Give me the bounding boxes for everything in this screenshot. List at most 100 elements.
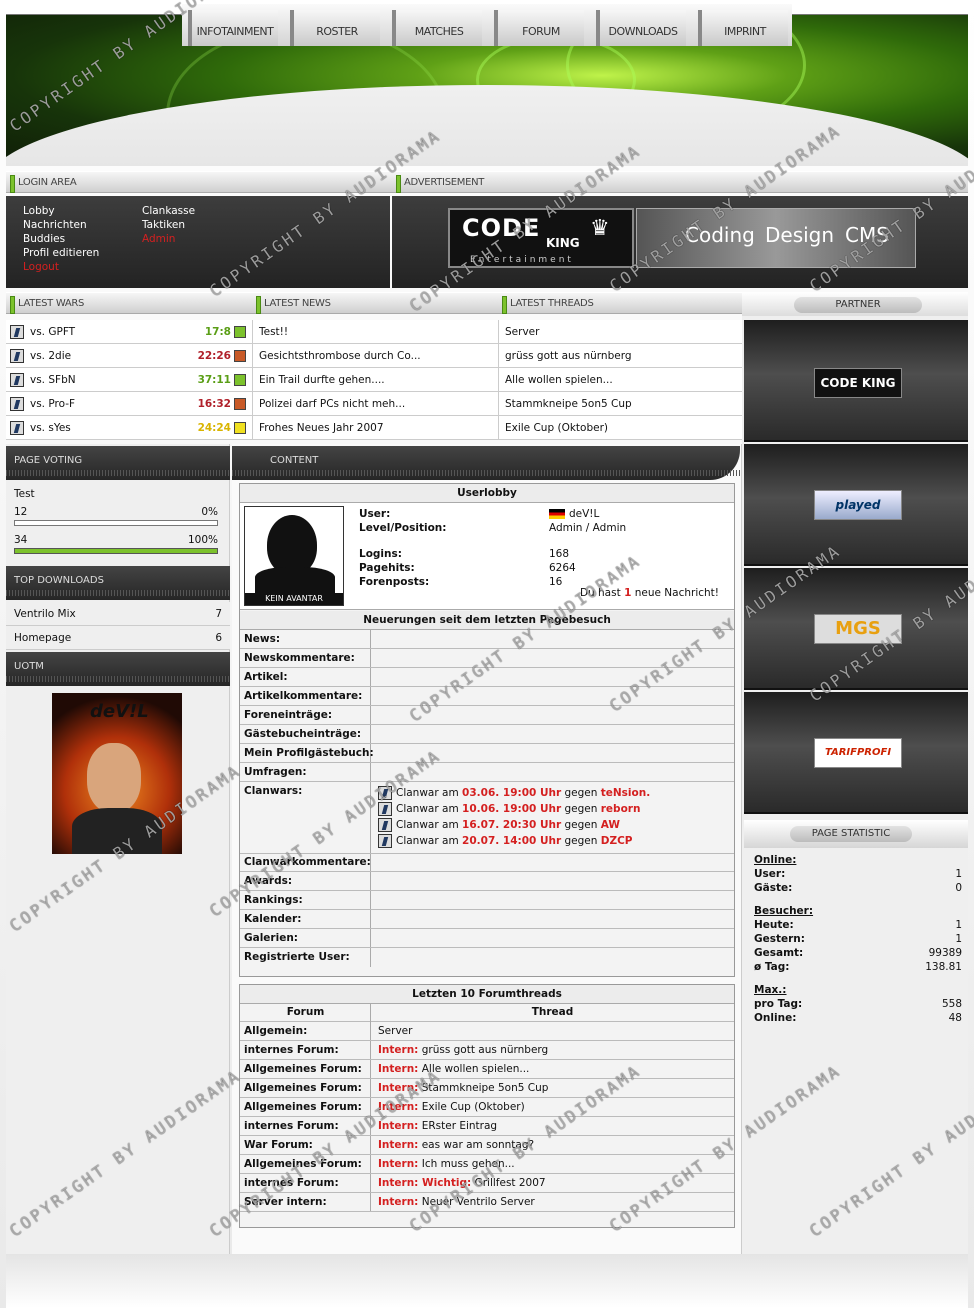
- thread-item[interactable]: Server: [498, 320, 742, 344]
- nav-infotainment[interactable]: INFOTAINMENT: [188, 10, 278, 46]
- col-thread: Thread: [371, 1003, 734, 1022]
- page-voting-header: PAGE VOTING: [6, 446, 230, 480]
- thread-item[interactable]: Exile Cup (Oktober): [498, 416, 742, 440]
- nav-downloads[interactable]: DOWNLOADS: [596, 10, 686, 46]
- partner-slot: played: [744, 444, 968, 566]
- uotm-header: UOTM: [6, 652, 230, 686]
- draw-icon: [234, 422, 246, 434]
- updates-profilgaestebuch[interactable]: Mein Profilgästebuch:: [240, 744, 734, 763]
- updates-galerien[interactable]: Galerien:: [240, 929, 734, 948]
- updates-news[interactable]: News:: [240, 630, 734, 649]
- clanwar-list: Clanwar am 03.06. 19:00 Uhr gegen teNsio…: [378, 785, 650, 849]
- news-item[interactable]: Ein Trail durfte gehen....: [252, 368, 498, 392]
- label-pagehits: Pagehits:: [359, 562, 415, 574]
- login-area-header: LOGIN AREA: [6, 171, 392, 193]
- forum-name[interactable]: Allgemeines Forum:: [240, 1060, 371, 1079]
- poll-bar: [14, 548, 218, 554]
- stat-heading: Besucher:: [754, 905, 814, 917]
- link-profil-editieren[interactable]: Profil editieren: [23, 246, 99, 260]
- nav-imprint[interactable]: IMPRINT: [698, 10, 788, 46]
- advertisement-header: ADVERTISEMENT: [392, 171, 968, 193]
- stat-row: User: 1: [754, 868, 962, 880]
- forum-name[interactable]: internes Forum:: [240, 1041, 371, 1060]
- link-logout[interactable]: Logout: [23, 260, 99, 274]
- stat-row: Gestern: 1: [754, 933, 962, 945]
- stat-row: Gesamt: 99389: [754, 947, 962, 959]
- war-row[interactable]: vs. 2die 22:26: [6, 344, 252, 368]
- thread-item[interactable]: Stammkneipe 5on5 Cup: [498, 392, 742, 416]
- partner-codeking-logo[interactable]: CODE KING: [814, 368, 902, 398]
- col-forum: Forum: [240, 1003, 371, 1022]
- clanwar-item[interactable]: Clanwar am 20.07. 14:00 Uhr gegen DZCP: [378, 833, 650, 849]
- link-clankasse[interactable]: Clankasse: [142, 204, 195, 218]
- news-item[interactable]: Frohes Neues Jahr 2007: [252, 416, 498, 440]
- forum-thread-link[interactable]: Server: [371, 1022, 734, 1041]
- stat-row: Online: 48: [754, 1012, 962, 1024]
- war-row[interactable]: vs. GPFT 17:8: [6, 320, 252, 344]
- news-item[interactable]: Polizei darf PCs nicht meh...: [252, 392, 498, 416]
- link-taktiken[interactable]: Taktiken: [142, 218, 195, 232]
- download-item[interactable]: Ventrilo Mix 7: [6, 602, 230, 626]
- clanwar-item[interactable]: Clanwar am 16.07. 20:30 Uhr gegen AW: [378, 817, 650, 833]
- updates-title: Neuerungen seit dem letzten Pagebesuch: [240, 611, 734, 630]
- game-icon: [378, 834, 392, 848]
- win-icon: [234, 326, 246, 338]
- link-admin[interactable]: Admin: [142, 232, 195, 246]
- clanwar-item[interactable]: Clanwar am 10.06. 19:00 Uhr gegen reborn: [378, 801, 650, 817]
- top-navigation: INFOTAINMENT ROSTER MATCHES FORUM DOWNLO…: [182, 4, 792, 46]
- stat-row: Gäste: 0: [754, 882, 962, 894]
- forum-thread-link[interactable]: Intern: grüss gott aus nürnberg: [371, 1041, 734, 1060]
- news-item[interactable]: Gesichtsthrombose durch Co...: [252, 344, 498, 368]
- updates-artikelkommentare[interactable]: Artikelkommentare:: [240, 687, 734, 706]
- updates-kalender[interactable]: Kalender:: [240, 910, 734, 929]
- forum-name[interactable]: Allgemeines Forum:: [240, 1098, 371, 1117]
- updates-foreneintraege[interactable]: Foreneinträge:: [240, 706, 734, 725]
- download-item[interactable]: Homepage 6: [6, 626, 230, 650]
- partner-played-logo[interactable]: played: [814, 490, 902, 520]
- label-user: User:: [359, 508, 391, 520]
- clanwar-item[interactable]: Clanwar am 03.06. 19:00 Uhr gegen teNsio…: [378, 785, 650, 801]
- thread-item[interactable]: Alle wollen spielen...: [498, 368, 742, 392]
- nav-roster[interactable]: ROSTER: [290, 10, 380, 46]
- war-row[interactable]: vs. sYes 24:24: [6, 416, 252, 440]
- war-row[interactable]: vs. Pro-F 16:32: [6, 392, 252, 416]
- game-icon: [10, 325, 24, 339]
- updates-rankings[interactable]: Rankings:: [240, 891, 734, 910]
- latest-news-header: LATEST NEWS: [252, 292, 498, 314]
- loss-icon: [234, 350, 246, 362]
- partner-tarifprofi-logo[interactable]: TARIFPROFI: [814, 738, 902, 768]
- avatar[interactable]: KEIN AVANTAR: [244, 506, 344, 606]
- war-row[interactable]: vs. SFbN 37:11: [6, 368, 252, 392]
- updates-registrierte-user[interactable]: Registrierte User:: [240, 948, 734, 967]
- partner-slot: TARIFPROFI: [744, 692, 968, 814]
- stat-row: Heute: 1: [754, 919, 962, 931]
- nav-matches[interactable]: MATCHES: [392, 10, 482, 46]
- news-item[interactable]: Test!!: [252, 320, 498, 344]
- value-user[interactable]: deV!L: [569, 508, 599, 520]
- updates-umfragen[interactable]: Umfragen:: [240, 763, 734, 782]
- page-statistic-header: PAGE STATISTIC: [790, 826, 912, 842]
- nav-forum[interactable]: FORUM: [494, 10, 584, 46]
- poll-bar: [14, 520, 218, 526]
- value-level: Admin / Admin: [549, 522, 627, 534]
- stat-heading: Max.:: [754, 984, 787, 996]
- stat-row: ø Tag: 138.81: [754, 961, 962, 973]
- userlobby-title: Userlobby: [240, 484, 734, 503]
- forum-name[interactable]: Allgemeines Forum:: [240, 1079, 371, 1098]
- updates-gaestebucheintraege[interactable]: Gästebucheinträge:: [240, 725, 734, 744]
- link-nachrichten[interactable]: Nachrichten: [23, 218, 99, 232]
- link-lobby[interactable]: Lobby: [23, 204, 99, 218]
- partner-slot: CODE KING: [744, 320, 968, 442]
- thread-item[interactable]: grüss gott aus nürnberg: [498, 344, 742, 368]
- game-icon: [10, 421, 24, 435]
- link-buddies[interactable]: Buddies: [23, 232, 99, 246]
- updates-clanwarkommentare[interactable]: Clanwarkommentare:: [240, 853, 734, 872]
- ad-design: Design: [765, 223, 835, 247]
- forum-name[interactable]: Allgemein:: [240, 1022, 371, 1041]
- updates-awards[interactable]: Awards:: [240, 872, 734, 891]
- crown-icon: ♛: [590, 216, 610, 241]
- label-level: Level/Position:: [359, 522, 447, 534]
- game-icon: [10, 397, 24, 411]
- label-logins: Logins:: [359, 548, 402, 560]
- forum-thread-link[interactable]: Intern: Exile Cup (Oktober): [371, 1098, 734, 1117]
